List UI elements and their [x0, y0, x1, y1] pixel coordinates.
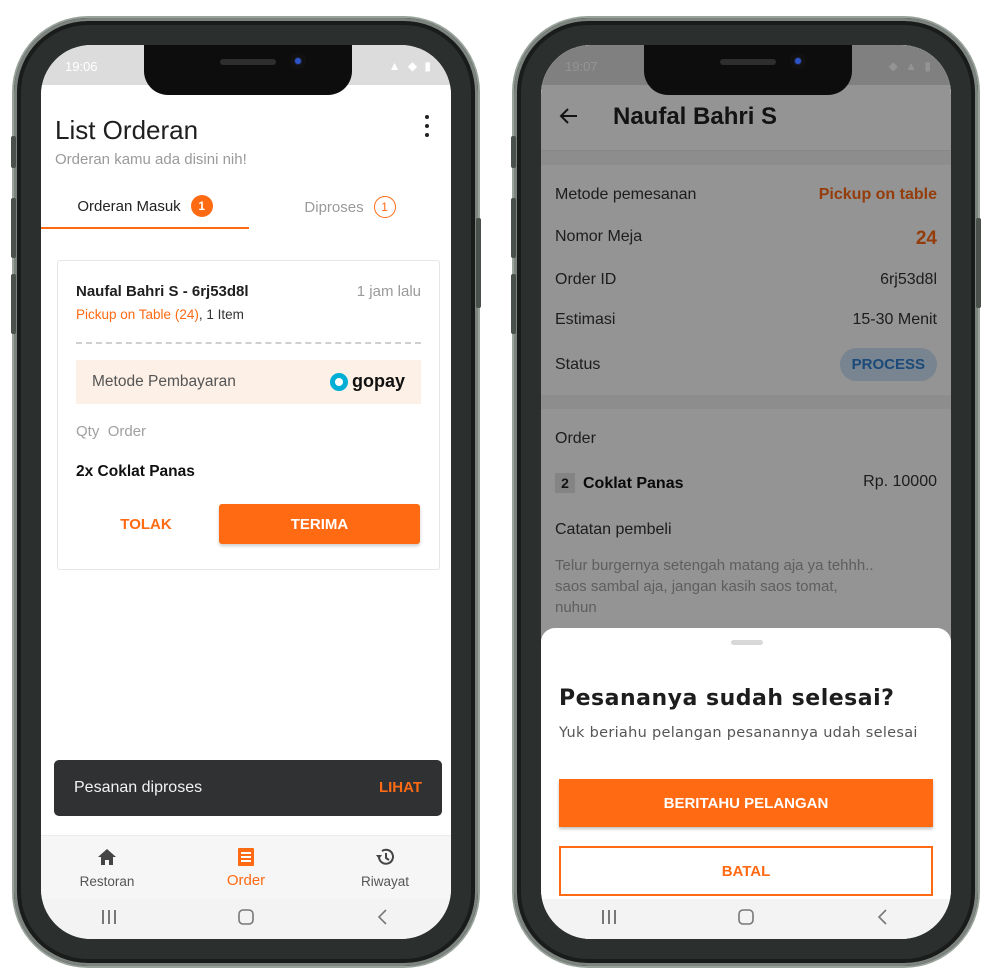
order-time: 1 jam lalu	[356, 283, 421, 300]
gopay-icon	[329, 372, 348, 391]
back-icon[interactable]	[873, 908, 893, 931]
right-screen: 19:07 ◆ ▲ ▮ Naufal Bahri S Metode pemesa…	[541, 45, 951, 939]
left-phone-frame: 19:06 ▲ ◆ ▮ List Orderan Orderan kamu ad…	[11, 18, 481, 966]
snackbar-action-button[interactable]: LIHAT	[379, 779, 422, 796]
nav-label: Order	[226, 872, 266, 889]
order-card[interactable]: Naufal Bahri S - 6rj53d8l 1 jam lalu Pic…	[57, 260, 440, 570]
tab-orderan-masuk[interactable]: Orderan Masuk 1	[41, 185, 249, 229]
count-badge: 1	[190, 195, 213, 217]
sheet-drag-handle[interactable]	[731, 640, 763, 645]
notch	[644, 45, 852, 95]
sheet-title: Pesananya sudah selesai?	[559, 686, 895, 711]
notch	[144, 45, 352, 95]
gopay-logo: gopay	[329, 371, 405, 392]
recents-icon[interactable]	[599, 908, 619, 931]
history-icon	[325, 846, 445, 868]
status-time: 19:06	[65, 59, 98, 74]
item-count: , 1 Item	[198, 307, 244, 322]
home-icon	[47, 846, 167, 868]
payment-method-box: Metode Pembayaran gopay	[76, 360, 421, 404]
count-badge: 1	[373, 196, 396, 218]
reject-button[interactable]: TOLAK	[76, 504, 216, 544]
back-icon[interactable]	[373, 908, 393, 931]
cancel-button[interactable]: BATAL	[559, 846, 933, 896]
tab-diproses[interactable]: Diproses 1	[249, 185, 451, 229]
order-tabs: Orderan Masuk 1 Diproses 1	[41, 185, 451, 229]
left-screen: 19:06 ▲ ◆ ▮ List Orderan Orderan kamu ad…	[41, 45, 451, 939]
right-phone-frame: 19:07 ◆ ▲ ▮ Naufal Bahri S Metode pemesa…	[511, 18, 981, 966]
status-icons: ▲ ◆ ▮	[388, 59, 433, 73]
volume-up-button	[11, 198, 16, 258]
payment-brand: gopay	[351, 371, 405, 391]
payment-method-label: Metode Pembayaran	[92, 373, 236, 390]
sheet-subtitle: Yuk beriahu pelangan pesanannya udah sel…	[559, 725, 918, 741]
nav-item-riwayat[interactable]: Riwayat	[325, 846, 445, 889]
bottom-sheet: Pesananya sudah selesai? Yuk beriahu pel…	[541, 628, 951, 939]
recents-icon[interactable]	[99, 908, 119, 931]
customer-order-id: Naufal Bahri S - 6rj53d8l	[76, 283, 249, 300]
volume-down-button	[511, 274, 516, 334]
mute-switch	[511, 136, 516, 168]
qty-label: Qty	[76, 423, 100, 440]
volume-down-button	[11, 274, 16, 334]
nav-item-restoran[interactable]: Restoran	[47, 846, 167, 889]
qty-order-header: Qty Order	[76, 423, 146, 440]
system-navigation-bar	[41, 899, 451, 939]
order-item: 2x Coklat Panas	[76, 463, 195, 480]
snackbar: Pesanan diproses LIHAT	[54, 760, 442, 816]
nav-label: Riwayat	[360, 874, 409, 889]
order-list-icon	[186, 846, 306, 868]
home-button-icon[interactable]	[736, 908, 756, 931]
mute-switch	[11, 136, 16, 168]
home-button-icon[interactable]	[236, 908, 256, 931]
pickup-info: Pickup on Table (24), 1 Item	[76, 307, 244, 322]
nav-item-order[interactable]: Order	[186, 846, 306, 889]
page-subtitle: Orderan kamu ada disini nih!	[55, 151, 247, 168]
snackbar-text: Pesanan diproses	[74, 779, 203, 796]
pickup-table: Pickup on Table (24)	[76, 307, 199, 322]
power-button	[976, 218, 981, 308]
power-button	[476, 218, 481, 308]
tab-label: Diproses	[304, 198, 364, 216]
nav-label: Restoran	[79, 874, 135, 889]
volume-up-button	[511, 198, 516, 258]
order-label: Order	[107, 423, 147, 440]
system-navigation-bar	[541, 899, 951, 939]
tab-label: Orderan Masuk	[77, 197, 181, 215]
dashed-divider	[76, 342, 421, 344]
page-title: List Orderan	[55, 115, 199, 145]
accept-button[interactable]: TERIMA	[219, 504, 420, 544]
bottom-navigation: Restoran Order Riwayat	[41, 835, 451, 899]
more-options-icon[interactable]	[423, 115, 431, 137]
notify-customer-button[interactable]: BERITAHU PELANGAN	[559, 779, 933, 827]
